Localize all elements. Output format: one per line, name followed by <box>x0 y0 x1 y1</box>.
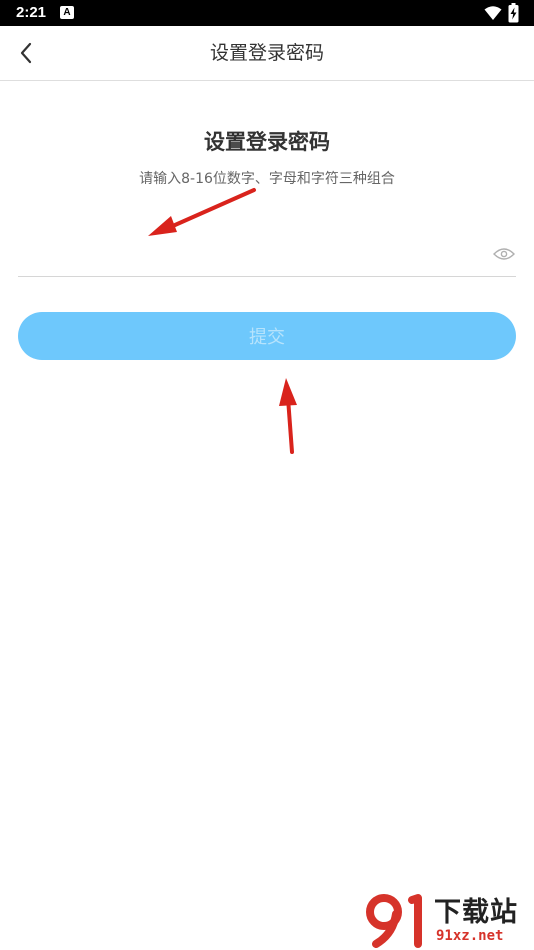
password-rule-hint: 请输入8-16位数字、字母和字符三种组合 <box>139 171 395 187</box>
password-visibility-toggle[interactable] <box>492 244 516 264</box>
battery-charging-icon <box>508 3 519 23</box>
watermark-title: 下载站 <box>434 897 518 928</box>
watermark-url: 91xz.net <box>436 928 504 944</box>
page-title: 设置登录密码 <box>204 130 330 154</box>
header-title: 设置登录密码 <box>209 42 324 64</box>
password-input[interactable] <box>18 232 478 276</box>
submit-button[interactable]: 提交 <box>18 312 516 360</box>
wifi-icon <box>484 6 502 20</box>
status-bar: 2:21 A <box>0 0 534 26</box>
status-time: 2:21 <box>16 4 47 21</box>
password-field-row <box>18 232 516 277</box>
app-header: 设置登录密码 <box>0 26 534 81</box>
logo-91-icon <box>366 894 422 948</box>
arrow-to-submit-button <box>279 378 297 454</box>
arrow-to-password-field <box>148 188 256 236</box>
eye-icon <box>493 248 515 260</box>
watermark: 下载站 91xz.net <box>360 888 534 950</box>
notification-app-icon: A <box>60 6 74 19</box>
back-button[interactable] <box>8 35 44 71</box>
chevron-left-icon <box>20 42 32 64</box>
